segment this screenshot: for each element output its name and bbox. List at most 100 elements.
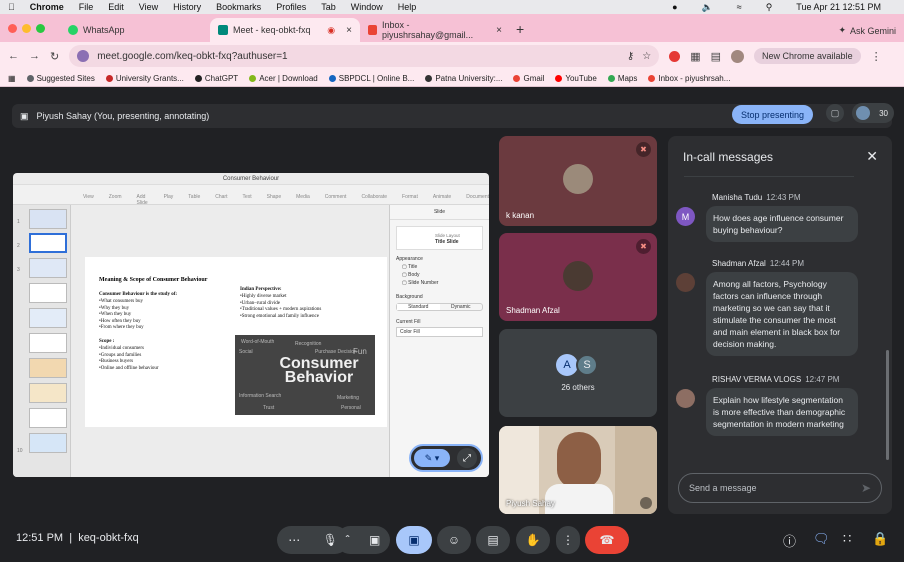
clock-text[interactable]: Tue Apr 21 12:51 PM bbox=[796, 2, 881, 12]
bookmark-star-icon[interactable]: ☆ bbox=[642, 51, 651, 62]
slide-thumb[interactable] bbox=[29, 258, 67, 278]
wifi-icon[interactable]: ≈ bbox=[737, 2, 742, 12]
video-options-icon[interactable]: ˆ bbox=[346, 533, 350, 547]
record-icon[interactable]: ● bbox=[672, 2, 677, 12]
activities-icon[interactable]: ∷ bbox=[843, 531, 851, 547]
menu-tab[interactable]: Tab bbox=[321, 2, 336, 12]
hide-self-icon[interactable]: ▢ bbox=[826, 104, 844, 122]
raise-hand-button[interactable]: ✋ bbox=[516, 526, 550, 554]
option-slide-number[interactable]: ▢ Slide Number bbox=[402, 280, 477, 286]
close-tab-icon[interactable]: × bbox=[496, 25, 502, 36]
dynamic-button[interactable]: Dynamic bbox=[440, 304, 483, 310]
key-icon[interactable]: ⚷ bbox=[627, 51, 634, 62]
tool-play[interactable]: Play bbox=[164, 194, 174, 204]
volume-icon[interactable]: 🔈 bbox=[702, 2, 713, 13]
profile-avatar[interactable] bbox=[731, 49, 745, 63]
present-button[interactable]: ▣ bbox=[396, 526, 432, 554]
bookmark-maps[interactable]: Maps bbox=[607, 74, 637, 83]
bookmark-acer[interactable]: Acer | Download bbox=[249, 74, 318, 83]
search-icon[interactable]: ⚲ bbox=[766, 2, 773, 13]
info-icon[interactable]: ⓘ bbox=[783, 531, 796, 550]
bookmark-patna[interactable]: Patna University:... bbox=[425, 74, 502, 83]
close-icon[interactable]: ✕ bbox=[866, 148, 878, 165]
more-options-button[interactable]: ⋮ bbox=[556, 526, 580, 554]
slide-thumb[interactable] bbox=[29, 433, 67, 453]
menu-file[interactable]: File bbox=[79, 2, 94, 12]
tool-chart[interactable]: Chart bbox=[215, 194, 227, 204]
slide-thumb[interactable] bbox=[29, 209, 67, 229]
close-window-icon[interactable] bbox=[8, 24, 17, 33]
extension-icon[interactable] bbox=[669, 50, 681, 62]
chat-icon[interactable]: 🗨 bbox=[813, 531, 830, 547]
tab-whatsapp[interactable]: WhatsApp bbox=[60, 18, 210, 42]
slide-thumb-selected[interactable] bbox=[29, 233, 67, 253]
menu-app[interactable]: Chrome bbox=[30, 2, 64, 12]
host-controls-icon[interactable]: 🔒 bbox=[872, 531, 888, 547]
participant-tile-self[interactable]: Piyush Sahay bbox=[499, 426, 657, 514]
self-options-icon[interactable] bbox=[640, 497, 652, 509]
apple-icon[interactable]:  bbox=[8, 2, 15, 12]
option-body[interactable]: ▢ Body bbox=[402, 272, 477, 278]
slide-thumb[interactable] bbox=[29, 408, 67, 428]
menu-view[interactable]: View bbox=[139, 2, 158, 12]
reload-icon[interactable]: ↻ bbox=[50, 50, 59, 63]
menu-edit[interactable]: Edit bbox=[108, 2, 124, 12]
bookmark-ugc[interactable]: University Grants... bbox=[105, 74, 184, 83]
tool-document[interactable]: Document bbox=[466, 194, 489, 204]
participant-tile-shadman[interactable]: ✖ Shadman Afzal bbox=[499, 233, 657, 321]
apps-grid-icon[interactable]: ▦ bbox=[8, 74, 16, 83]
emoji-button[interactable]: ☺ bbox=[437, 526, 471, 554]
color-fill-select[interactable]: Color Fill bbox=[396, 327, 483, 337]
more-menu-icon[interactable]: ⋮ bbox=[871, 50, 882, 63]
participant-tile-others[interactable]: A S 26 others bbox=[499, 329, 657, 417]
address-bar[interactable]: meet.google.com/keq-obkt-fxq?authuser=1 … bbox=[69, 45, 660, 67]
close-tab-icon[interactable]: × bbox=[346, 25, 352, 36]
send-icon[interactable]: ➤ bbox=[861, 481, 871, 495]
new-tab-icon[interactable]: + bbox=[516, 21, 524, 37]
back-icon[interactable]: ← bbox=[8, 50, 19, 62]
new-chrome-button[interactable]: New Chrome available bbox=[754, 48, 861, 64]
bookmark-youtube[interactable]: YouTube bbox=[555, 74, 597, 83]
tool-table[interactable]: Table bbox=[188, 194, 200, 204]
bookmark-suggested-sites[interactable]: Suggested Sites bbox=[26, 74, 95, 83]
tool-comment[interactable]: Comment bbox=[325, 194, 347, 204]
chat-scrollbar[interactable] bbox=[886, 350, 889, 460]
slide-thumb[interactable] bbox=[29, 283, 67, 303]
tool-add-slide[interactable]: Add Slide bbox=[137, 194, 149, 206]
tool-animate[interactable]: Animate bbox=[433, 194, 451, 204]
bookmark-chatgpt[interactable]: ChatGPT bbox=[194, 74, 238, 83]
slide-thumb[interactable] bbox=[29, 383, 67, 403]
tab-gmail[interactable]: Inbox - piyushrsahay@gmail... × bbox=[360, 18, 510, 42]
slide-thumb[interactable] bbox=[29, 358, 67, 378]
stop-presenting-button[interactable]: Stop presenting bbox=[732, 105, 814, 124]
zoom-window-icon[interactable] bbox=[36, 24, 45, 33]
tool-zoom[interactable]: Zoom bbox=[109, 194, 122, 204]
tool-format[interactable]: Format bbox=[402, 194, 418, 204]
ask-gemini-button[interactable]: ✦ Ask Gemini bbox=[838, 25, 896, 36]
slide-thumb[interactable] bbox=[29, 333, 67, 353]
site-info-icon[interactable] bbox=[77, 50, 90, 62]
annotate-pen-button[interactable]: ✎ ▾ bbox=[414, 449, 450, 467]
forward-icon[interactable]: → bbox=[29, 50, 40, 62]
format-tab[interactable]: Slide bbox=[390, 205, 489, 220]
menu-history[interactable]: History bbox=[173, 2, 201, 12]
camera-icon[interactable]: ▣ bbox=[369, 533, 380, 547]
option-title[interactable]: ▢ Title bbox=[402, 264, 477, 270]
participant-tile-kanan[interactable]: ✖ k kanan bbox=[499, 136, 657, 226]
tool-collaborate[interactable]: Collaborate bbox=[361, 194, 387, 204]
minimize-window-icon[interactable] bbox=[22, 24, 31, 33]
expand-icon[interactable]: ⤢ bbox=[457, 448, 477, 468]
menu-profiles[interactable]: Profiles bbox=[276, 2, 306, 12]
bookmark-gmail[interactable]: Gmail bbox=[513, 74, 544, 83]
menu-window[interactable]: Window bbox=[351, 2, 383, 12]
slide-canvas[interactable]: Meaning & Scope of Consumer Behaviour Co… bbox=[85, 257, 387, 427]
captions-button[interactable]: ▤ bbox=[476, 526, 510, 554]
bookmark-sbpdcl[interactable]: SBPDCL | Online B... bbox=[328, 74, 414, 83]
slide-layout-picker[interactable]: Slide Layout Title Slide bbox=[396, 226, 483, 250]
tool-shape[interactable]: Shape bbox=[267, 194, 281, 204]
tool-text[interactable]: Text bbox=[242, 194, 251, 204]
tool-view[interactable]: View bbox=[83, 194, 94, 204]
participant-count[interactable]: 30 bbox=[852, 103, 894, 123]
leave-call-button[interactable]: ☎ bbox=[585, 526, 629, 554]
slide-thumb[interactable] bbox=[29, 308, 67, 328]
